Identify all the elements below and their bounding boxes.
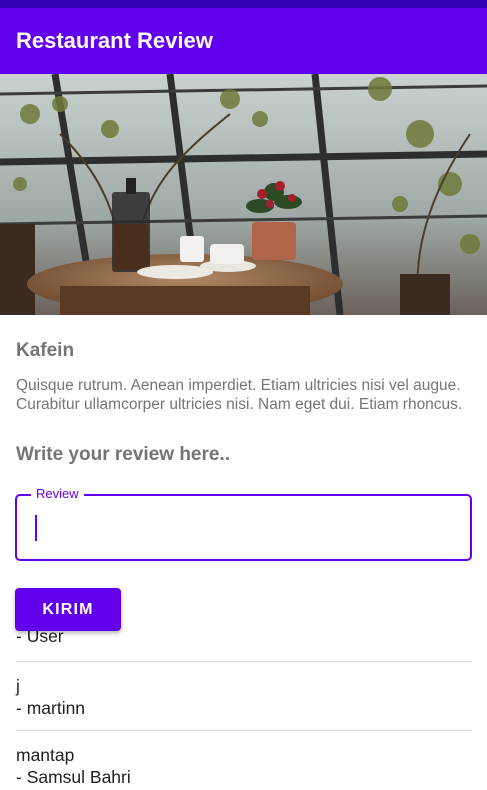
review-text: j <box>16 676 20 696</box>
restaurant-photo <box>0 74 487 315</box>
review-text: mantap <box>16 745 75 765</box>
review-input[interactable] <box>33 514 453 540</box>
divider <box>16 661 472 662</box>
review-heading: Write your review here.. <box>16 444 231 465</box>
divider <box>16 730 472 731</box>
text-cursor <box>35 515 37 541</box>
review-item: mantap - Samsul Bahri <box>16 744 472 788</box>
restaurant-name: Kafein <box>16 340 75 361</box>
submit-review-button[interactable]: KIRIM <box>15 588 121 631</box>
review-author: - martinn <box>16 698 86 718</box>
review-item: j - martinn <box>16 675 472 719</box>
restaurant-description: Quisque rutrum. Aenean imperdiet. Etiam … <box>16 377 463 413</box>
review-list[interactable]: - User j - martinn mantap - Samsul Bahri <box>0 620 487 790</box>
status-bar <box>0 0 487 8</box>
app-bar: Restaurant Review <box>0 8 487 74</box>
review-field-label: Review <box>31 486 84 501</box>
review-text-field[interactable]: Review <box>15 486 472 561</box>
app-title: Restaurant Review <box>16 28 213 53</box>
review-author: - Samsul Bahri <box>16 767 131 787</box>
